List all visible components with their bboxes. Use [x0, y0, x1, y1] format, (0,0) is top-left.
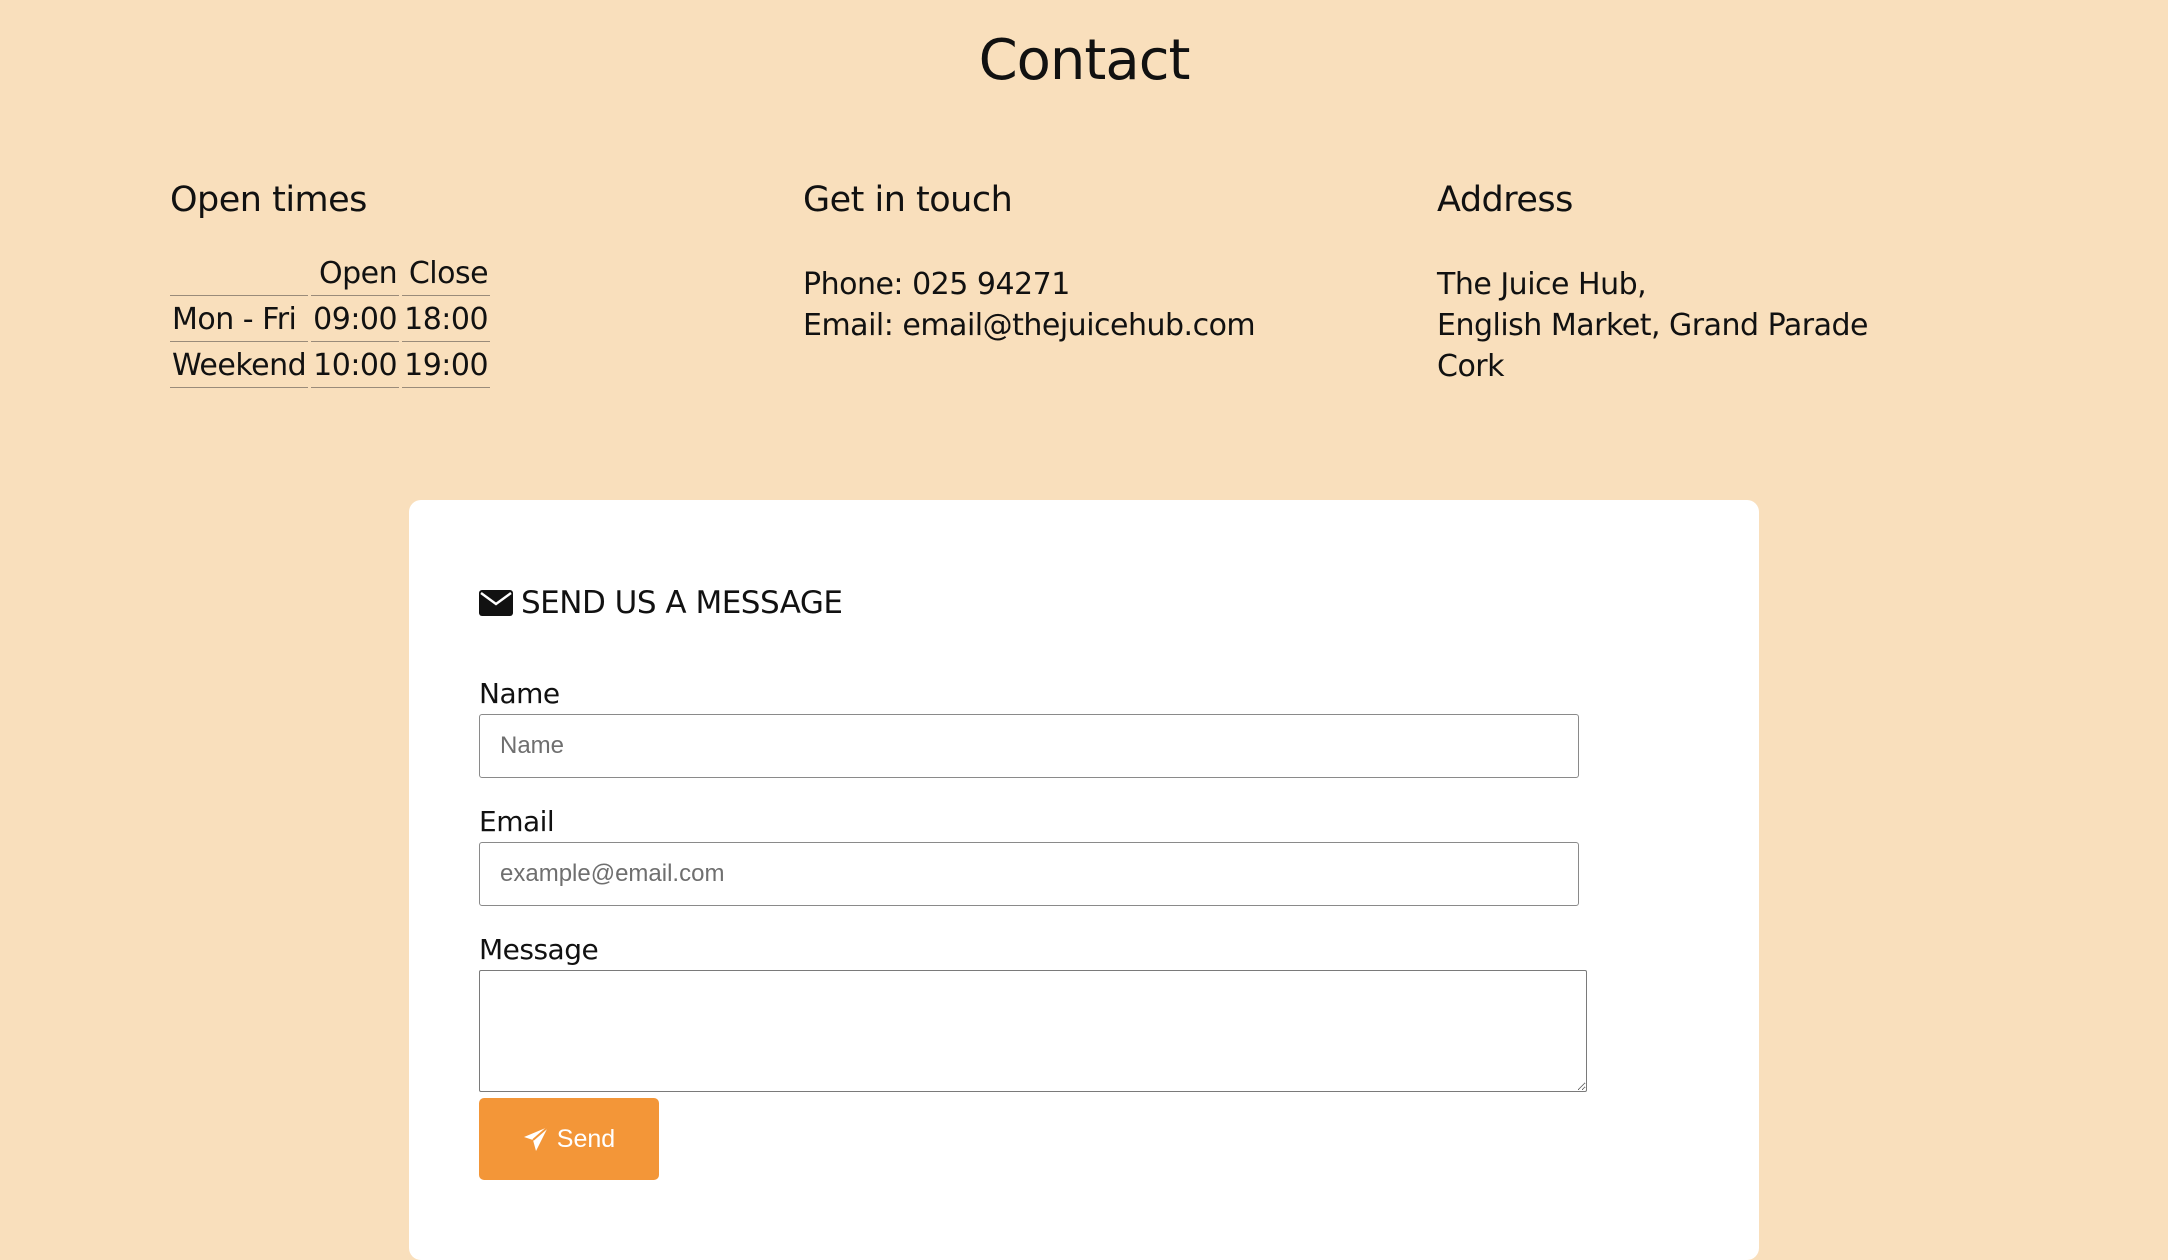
form-heading: SEND US A MESSAGE: [479, 582, 1587, 624]
open-times-table: Open Close Mon - Fri 09:00 18:00 Weekend…: [167, 250, 493, 391]
phone-text: Phone: 025 94271: [803, 267, 1070, 302]
email-text: Email: email@thejuicehub.com: [803, 308, 1256, 343]
send-button[interactable]: Send: [479, 1098, 659, 1180]
contact-details: Phone: 025 94271 Email: email@thejuicehu…: [803, 264, 1256, 346]
open-times-section: Open times Open Close Mon - Fri 09:00 18…: [170, 180, 493, 391]
day-cell: Weekend: [170, 345, 309, 388]
name-input[interactable]: [479, 714, 1579, 778]
send-button-label: Send: [556, 1124, 616, 1153]
address-line-1: The Juice Hub,: [1437, 267, 1647, 302]
get-in-touch-heading: Get in touch: [803, 180, 1013, 220]
name-label: Name: [479, 677, 560, 710]
contact-form-card: SEND US A MESSAGE Name Email Message Sen…: [409, 500, 1759, 1260]
address-details: The Juice Hub, English Market, Grand Par…: [1437, 264, 1868, 387]
email-label: Email: [479, 805, 555, 838]
address-heading: Address: [1437, 180, 1573, 220]
form-heading-text: SEND US A MESSAGE: [521, 585, 843, 621]
table-header-row: Open Close: [170, 253, 491, 296]
table-header-day: [170, 253, 309, 296]
message-label: Message: [479, 933, 599, 966]
get-in-touch-section: Get in touch Phone: 025 94271 Email: ema…: [803, 180, 1256, 346]
contact-form: SEND US A MESSAGE Name Email Message Sen…: [479, 582, 1587, 1180]
address-line-2: English Market, Grand Parade: [1437, 308, 1868, 343]
email-input[interactable]: [479, 842, 1579, 906]
day-cell: Mon - Fri: [170, 299, 309, 342]
envelope-icon: [479, 590, 513, 616]
address-line-3: Cork: [1437, 349, 1505, 384]
address-section: Address The Juice Hub, English Market, G…: [1437, 180, 1868, 387]
open-time-cell: 09:00: [311, 299, 400, 342]
message-textarea[interactable]: [479, 970, 1587, 1092]
page-title: Contact: [978, 28, 1191, 93]
open-time-cell: 10:00: [311, 345, 400, 388]
table-row: Weekend 10:00 19:00: [170, 345, 491, 388]
close-time-cell: 18:00: [402, 299, 491, 342]
paper-plane-icon: [523, 1126, 549, 1151]
close-time-cell: 19:00: [402, 345, 491, 388]
open-times-heading: Open times: [170, 180, 367, 220]
table-row: Mon - Fri 09:00 18:00: [170, 299, 491, 342]
table-header-close: Close: [402, 253, 491, 296]
table-header-open: Open: [311, 253, 400, 296]
